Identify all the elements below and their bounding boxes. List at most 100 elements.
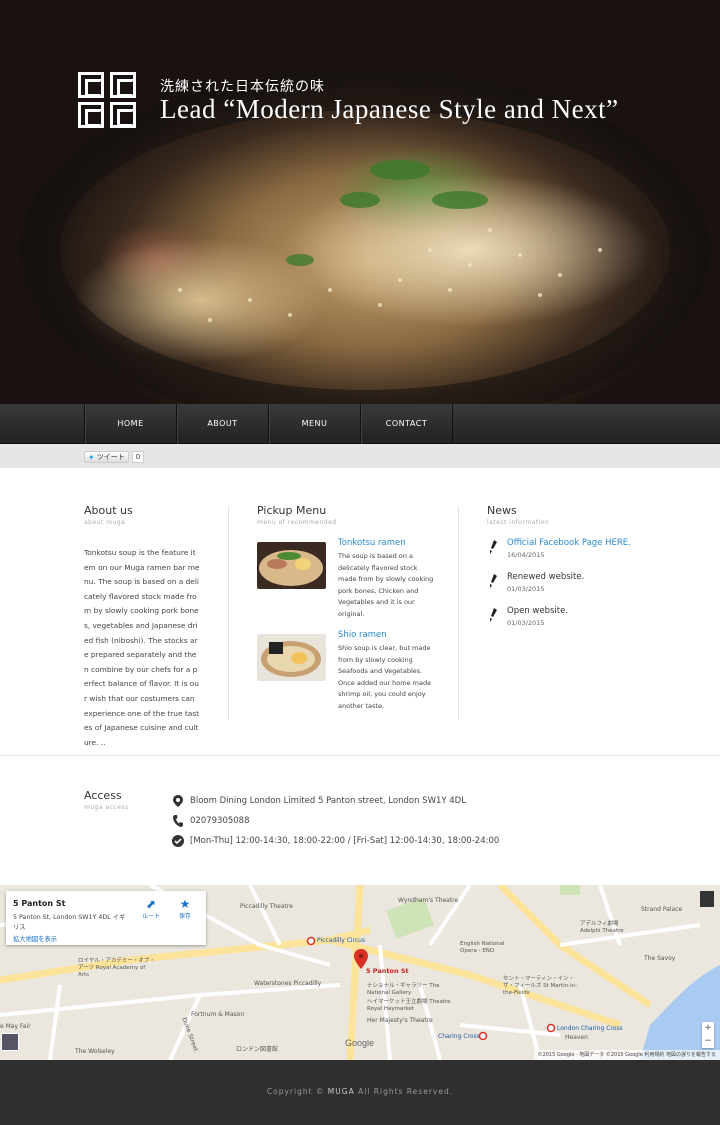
map-label: ロンドン図書館 — [236, 1046, 279, 1053]
news-item-date: 16/04/2015 — [507, 551, 545, 559]
pin-icon — [490, 574, 497, 588]
sesame-seeds — [178, 160, 602, 322]
access-title: Access — [84, 789, 122, 802]
save-label: 保存 — [178, 913, 191, 920]
map-label: Waterstones Piccadilly — [254, 980, 322, 987]
pickup-subtitle: menu of recommended — [257, 519, 337, 526]
tonkotsu-ramen-image[interactable] — [257, 542, 326, 589]
map-label: Wyndham's Theatre — [398, 897, 459, 904]
route-label: ルート — [141, 913, 160, 920]
news-item-date: 01/03/2015 — [507, 585, 545, 593]
google-logo: Google — [345, 1038, 375, 1048]
map-label: e May Fair — [0, 1023, 31, 1030]
map-label: The Wolseley — [75, 1048, 115, 1055]
phone-icon — [172, 815, 184, 827]
tweet-button[interactable]: ✦ ツイート — [84, 451, 129, 463]
menu-item-description: The soup is based on a delicately flavor… — [338, 552, 434, 618]
pin-icon — [490, 608, 497, 622]
news-item-title[interactable]: Official Facebook Page HERE. — [507, 538, 631, 548]
pickup-menu-section: Pickup Menu menu of recommended Tonkotsu… — [257, 504, 437, 710]
map-label: Fortnum & Mason — [191, 1011, 245, 1018]
menu-item-description: Shio soup is clear, but made from by slo… — [338, 644, 432, 710]
column-divider — [228, 506, 229, 720]
copyright-brand: MUGA — [327, 1087, 355, 1096]
access-hours: [Mon-Thu] 12:00-14:30, 18:00-22:00 / [Fr… — [172, 834, 499, 848]
about-title: About us — [84, 504, 133, 517]
map-label: Her Majesty's Theatre — [367, 1017, 433, 1024]
access-phone: 02079305088 — [172, 814, 250, 828]
copyright-prefix: Copyright © — [266, 1087, 328, 1096]
map-label: The Savoy — [644, 955, 676, 962]
hours-text: [Mon-Thu] 12:00-14:30, 18:00-22:00 / [Fr… — [190, 836, 500, 846]
news-item-date: 01/03/2015 — [507, 619, 545, 627]
map-label: アデルフィ劇場 Adelphi Theatre — [580, 921, 624, 934]
map-place-card: 5 Panton St 5 Panton St, London SW1Y 4DL… — [6, 891, 206, 945]
star-icon: ★ — [179, 897, 191, 911]
access-address: Bloom Dining London Limited 5 Panton str… — [172, 794, 466, 808]
nav-home[interactable]: HOME — [85, 404, 177, 444]
access-subtitle: muga access — [84, 804, 129, 811]
share-bar: ✦ ツイート 0 — [0, 444, 720, 468]
zoom-in-button[interactable]: + — [702, 1022, 714, 1035]
tweet-count: 0 — [131, 451, 145, 463]
directions-icon: ⬈ — [145, 897, 157, 911]
column-divider — [458, 506, 459, 720]
zoom-out-button[interactable]: − — [702, 1035, 714, 1048]
main-nav: HOME ABOUT MENU CONTACT — [0, 404, 720, 444]
nav-menu[interactable]: MENU — [269, 404, 361, 444]
pin-icon — [490, 540, 497, 554]
muga-logo[interactable] — [78, 72, 136, 128]
map-label: セント・マーティン・イン・ザ・フィールズ St Martin-in-the-Fi… — [503, 976, 578, 996]
news-title: News — [487, 504, 517, 517]
shio-ramen-image[interactable] — [257, 634, 326, 681]
map-label: Piccadilly Theatre — [240, 903, 293, 910]
hero-banner: 洗練された日本伝統の味 Lead “Modern Japanese Style … — [0, 0, 720, 404]
larger-map-link[interactable]: 拡大地図を表示 — [13, 934, 57, 943]
map-label: ナショナル・ギャラリー The National Gallery — [367, 983, 440, 996]
about-section: About us about muga Tonkotsu soup is the… — [84, 504, 200, 750]
map-marker-label: 5 Panton St — [366, 967, 409, 975]
map-label: Piccadilly Circus — [317, 937, 366, 944]
map-label: London Charing Cross — [557, 1025, 623, 1032]
menu-item-name[interactable]: Shio ramen — [338, 630, 387, 640]
map-attribution[interactable]: ©2015 Google · 地図データ ©2015 Google 利用規約 地… — [533, 1050, 720, 1060]
news-subtitle: latest information — [487, 519, 550, 526]
twitter-bird-icon: ✦ — [88, 452, 95, 462]
news-section: News latest information Official Faceboo… — [487, 504, 667, 627]
map-label: ヘイマーケット王立劇場 Theatre Royal Haymarket — [367, 999, 451, 1012]
map-label: Heaven — [565, 1034, 588, 1041]
hero-title: Lead “Modern Japanese Style and Next” — [160, 94, 619, 124]
access-section: Access muga access — [84, 789, 129, 811]
google-map[interactable]: 5 Panton St Piccadilly Circus Piccadilly… — [0, 885, 720, 1060]
news-item-title: Renewed website. — [507, 572, 585, 582]
tweet-widget: ✦ ツイート 0 — [84, 451, 145, 463]
location-pin-icon — [172, 795, 184, 807]
clock-check-icon — [172, 835, 184, 847]
route-button[interactable]: ⬈ ルート — [136, 897, 166, 920]
tweet-label: ツイート — [96, 453, 125, 461]
place-title: 5 Panton St — [13, 899, 66, 908]
zoom-control: + − — [702, 1022, 714, 1048]
street-view-pegman-icon[interactable] — [700, 891, 714, 907]
menu-item-name[interactable]: Tonkotsu ramen — [338, 538, 406, 548]
nav-about[interactable]: ABOUT — [177, 404, 269, 444]
place-address: 5 Panton St, London SW1Y 4DL イギリス — [13, 914, 126, 931]
phone-text[interactable]: 02079305088 — [190, 816, 250, 826]
nav-contact[interactable]: CONTACT — [361, 404, 453, 444]
copyright: Copyright © MUGA All Rights Reserved. — [0, 1087, 720, 1096]
satellite-toggle[interactable] — [1, 1033, 19, 1051]
section-divider — [0, 755, 720, 756]
hero-subtitle: 洗練された日本伝統の味 — [160, 79, 325, 95]
map-label: Strand Palace — [641, 906, 683, 913]
pickup-title: Pickup Menu — [257, 504, 327, 517]
about-body: Tonkotsu soup is the feature item on our… — [84, 548, 200, 747]
save-button[interactable]: ★ 保存 — [170, 897, 200, 920]
copyright-suffix: All Rights Reserved. — [354, 1087, 454, 1096]
site-footer: Copyright © MUGA All Rights Reserved. — [0, 1060, 720, 1125]
map-label: ロイヤル・アカデミー・オブ・アーツ Royal Academy of Arts — [78, 958, 155, 978]
map-label: Charing Cross — [438, 1033, 480, 1040]
address-text: Bloom Dining London Limited 5 Panton str… — [190, 796, 466, 806]
news-item-title: Open website. — [507, 606, 569, 616]
about-subtitle: about muga — [84, 519, 126, 526]
map-label: English National Opera - ENO — [460, 941, 505, 954]
